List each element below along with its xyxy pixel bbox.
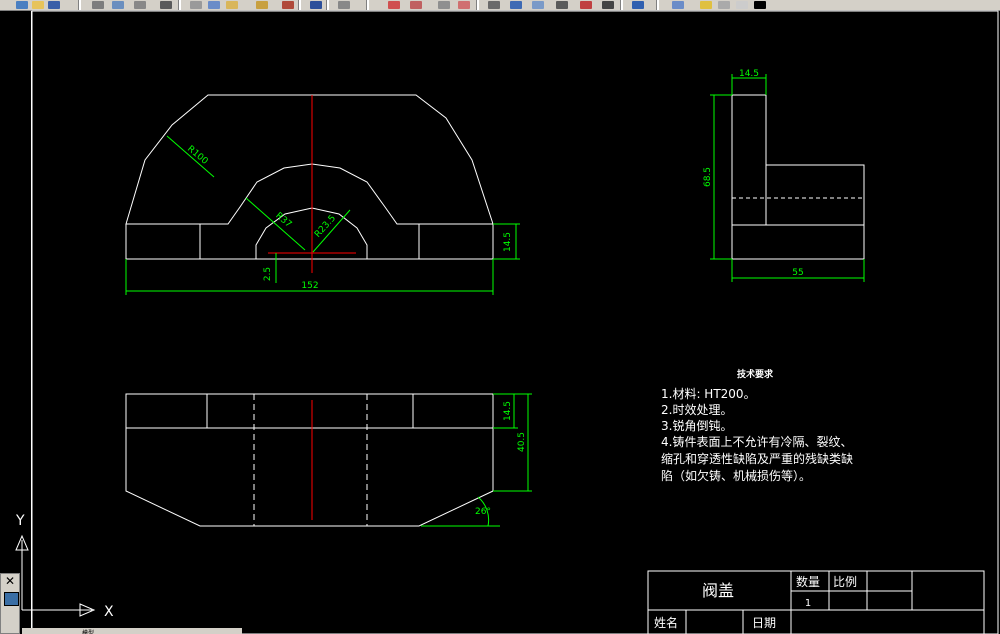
note-line: 2.时效处理。 — [661, 402, 732, 417]
note-line: 3.锐角倒钝。 — [661, 419, 732, 433]
front-view — [125, 94, 494, 260]
name-label: 姓名 — [654, 615, 678, 630]
front-base — [125, 224, 494, 260]
note-line: 缩孔和穿透性缺陷及严重的残缺类缺 — [661, 451, 853, 466]
scale-label: 比例 — [833, 575, 857, 589]
note-line: 陷（如欠铸、机械损伤等）。 — [661, 468, 811, 483]
close-icon[interactable]: ✕ — [5, 574, 15, 588]
qty-label: 数量 — [796, 574, 820, 589]
ucs-y-label: Y — [15, 513, 25, 529]
note-line: 4.铸件表面上不允许有冷隔、裂纹、 — [661, 434, 852, 449]
ucs-x-label: X — [104, 604, 114, 620]
dim-leader-r37 — [245, 197, 306, 251]
note-line: 1.材料: HT200。 — [661, 387, 756, 401]
layout-tabs[interactable]: 模型 — [22, 628, 242, 634]
dim-55: 55 — [792, 268, 803, 278]
ucs-icon — [15, 534, 96, 617]
dim-r37: R37 — [273, 211, 293, 230]
palette-icon[interactable] — [4, 592, 19, 606]
dim-685: 68.5 — [703, 167, 713, 187]
notes-title: 技术要求 — [737, 368, 774, 380]
dim-405: 40.5 — [517, 432, 527, 452]
tab-model[interactable]: 模型 — [82, 630, 94, 634]
dim-angle: 26° — [475, 507, 491, 517]
drawing-frame — [31, 10, 999, 634]
front-outline — [125, 94, 494, 225]
date-label: 日期 — [752, 616, 776, 630]
qty-value: 1 — [805, 598, 811, 609]
dim-d23: R23.5 — [313, 214, 338, 240]
front-dimensions — [125, 135, 520, 295]
top-view — [125, 393, 494, 527]
dim-145c: 14.5 — [503, 401, 513, 421]
dim-145a: 14.5 — [503, 232, 513, 252]
side-outline — [731, 94, 865, 260]
dim-145b: 14.5 — [739, 69, 759, 79]
top-outline — [125, 393, 494, 527]
side-view — [731, 94, 865, 260]
tool-palette-strip[interactable]: ✕ — [0, 573, 20, 634]
dim-25: 2.5 — [263, 267, 273, 281]
drawing-canvas[interactable]: R100 R37 R23.5 152 14.5 2.5 14.5 68.5 55 — [0, 0, 1000, 634]
side-dimensions — [710, 74, 865, 282]
dim-152: 152 — [301, 281, 318, 291]
part-name: 阀盖 — [702, 581, 734, 600]
